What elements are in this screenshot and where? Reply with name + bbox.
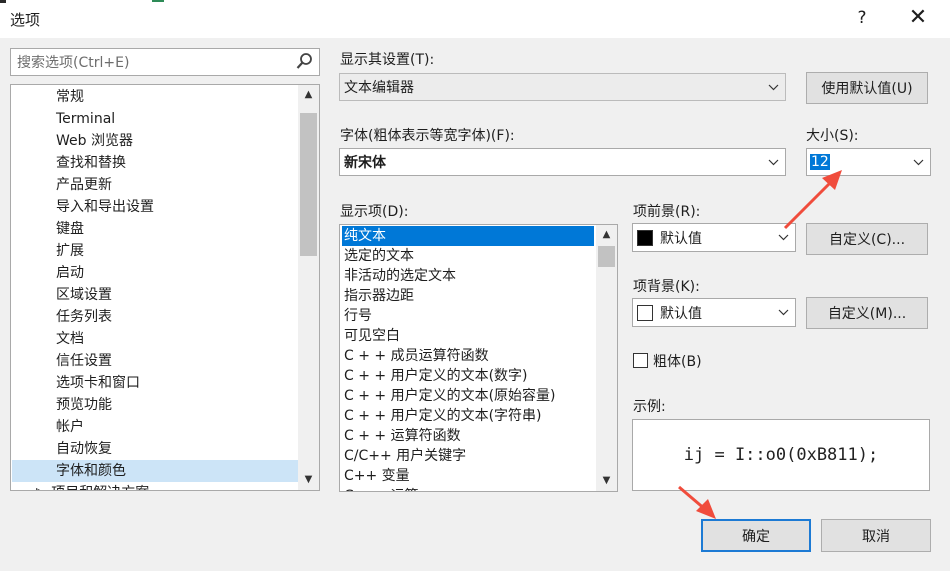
font-value: 新宋体	[344, 155, 386, 171]
scrollbar-thumb[interactable]	[598, 246, 615, 267]
display-item[interactable]: C + + 运算符函数	[342, 426, 594, 446]
scroll-up-icon[interactable]: ▲	[298, 85, 319, 105]
tree-item[interactable]: 文档	[12, 328, 298, 350]
display-items-scrollbar[interactable]: ▲ ▼	[596, 225, 617, 491]
display-item[interactable]: C + + 成员运算符函数	[342, 346, 594, 366]
background-label: 项背景(K):	[633, 279, 700, 295]
scrollbar-thumb[interactable]	[300, 113, 317, 256]
tree-item[interactable]: 信任设置	[12, 350, 298, 372]
display-item[interactable]: 指示器边距	[342, 286, 594, 306]
help-icon[interactable]: ?	[853, 8, 871, 28]
chevron-down-icon	[778, 224, 789, 251]
background-value: 默认值	[660, 305, 702, 322]
tree-item[interactable]: 查找和替换	[12, 152, 298, 174]
tree-item[interactable]: 键盘	[12, 218, 298, 240]
display-item[interactable]: 非活动的选定文本	[342, 266, 594, 286]
bold-checkbox[interactable]	[633, 353, 648, 368]
foreground-label: 项前景(R):	[633, 204, 701, 220]
search-box	[10, 48, 320, 76]
display-items-label: 显示项(D):	[340, 204, 409, 220]
tree-item[interactable]: 自动恢复	[12, 438, 298, 460]
font-label: 字体(粗体表示等宽字体)(F):	[340, 128, 515, 144]
tree-item[interactable]: 区域设置	[12, 284, 298, 306]
tree-item[interactable]: 预览功能	[12, 394, 298, 416]
size-value: 12	[810, 154, 830, 170]
settings-value: 文本编辑器	[344, 80, 414, 96]
sample-label: 示例:	[633, 399, 666, 415]
chevron-down-icon	[768, 74, 779, 100]
foreground-combo[interactable]: 默认值	[632, 223, 796, 252]
title-bar	[0, 0, 950, 38]
display-item[interactable]: C++ 变量	[342, 466, 594, 486]
display-item[interactable]: C + + 用户定义的文本(字符串)	[342, 406, 594, 426]
search-input[interactable]	[15, 52, 289, 74]
bold-label: 粗体(B)	[653, 354, 702, 370]
top-accent-line	[152, 0, 164, 2]
search-icon[interactable]	[295, 51, 315, 73]
foreground-color-swatch	[637, 230, 653, 246]
background-color-swatch	[637, 305, 653, 321]
tree-item[interactable]: 字体和颜色	[12, 460, 298, 482]
tree-item[interactable]: 产品更新	[12, 174, 298, 196]
display-item[interactable]: C + + 用户定义的文本(原始容量)	[342, 386, 594, 406]
tree-item[interactable]: 帐户	[12, 416, 298, 438]
tree-item[interactable]: 任务列表	[12, 306, 298, 328]
display-item[interactable]: C + + 用户定义的文本(数字)	[342, 366, 594, 386]
settings-combo[interactable]: 文本编辑器	[339, 73, 786, 101]
cancel-button[interactable]: 取消	[821, 519, 931, 552]
custom-background-button[interactable]: 自定义(M)...	[806, 297, 928, 329]
ok-button[interactable]: 确定	[701, 519, 811, 552]
tree-item[interactable]: 选项卡和窗口	[12, 372, 298, 394]
chevron-down-icon	[768, 149, 779, 175]
window-title: 选项	[10, 11, 41, 29]
display-item[interactable]: C/C++ 用户关键字	[342, 446, 594, 466]
scroll-down-icon[interactable]: ▼	[298, 470, 319, 490]
display-items-list: 纯文本 选定的文本 非活动的选定文本 指示器边距 行号 可见空白 C + + 成员运算符函数…	[339, 224, 618, 492]
sample-preview: ij = I::o0(0xB811);	[632, 419, 930, 491]
display-item[interactable]: 行号	[342, 306, 594, 326]
options-tree: 常规 Terminal Web 浏览器 查找和替换 产品更新 导入和导出设置 键盘 扩展 启动区…	[10, 84, 320, 491]
size-combo[interactable]: 12	[806, 148, 931, 176]
tree-item[interactable]: 常规	[12, 86, 298, 108]
annotation-arrow	[783, 170, 842, 230]
display-item[interactable]: 可见空白	[342, 326, 594, 346]
display-item-partial[interactable]: C + + 运算	[342, 486, 594, 491]
annotation-arrow	[678, 485, 716, 519]
scroll-down-icon[interactable]: ▼	[596, 471, 617, 491]
tree-item[interactable]: 扩展	[12, 240, 298, 262]
close-icon[interactable]: ✕	[906, 5, 930, 30]
foreground-value: 默认值	[660, 230, 702, 247]
font-combo[interactable]: 新宋体	[339, 148, 786, 176]
background-combo[interactable]: 默认值	[632, 298, 796, 327]
chevron-down-icon	[913, 149, 924, 175]
tree-item[interactable]: 启动	[12, 262, 298, 284]
tree-item[interactable]: Web 浏览器	[12, 130, 298, 152]
display-item[interactable]: 纯文本	[342, 226, 594, 246]
scroll-up-icon[interactable]: ▲	[596, 225, 617, 245]
tree-scrollbar[interactable]: ▲ ▼	[298, 85, 319, 490]
chevron-down-icon	[778, 299, 789, 326]
display-item[interactable]: 选定的文本	[342, 246, 594, 266]
tree-item[interactable]: Terminal	[12, 108, 298, 130]
top-accent-line	[0, 0, 6, 3]
tree-item-partial[interactable]: ▷ 项目和解决方案	[12, 482, 298, 490]
settings-label: 显示其设置(T):	[340, 52, 435, 68]
custom-foreground-button[interactable]: 自定义(C)...	[806, 223, 928, 255]
size-label: 大小(S):	[806, 128, 859, 144]
use-defaults-button[interactable]: 使用默认值(U)	[806, 72, 928, 104]
tree-item[interactable]: 导入和导出设置	[12, 196, 298, 218]
